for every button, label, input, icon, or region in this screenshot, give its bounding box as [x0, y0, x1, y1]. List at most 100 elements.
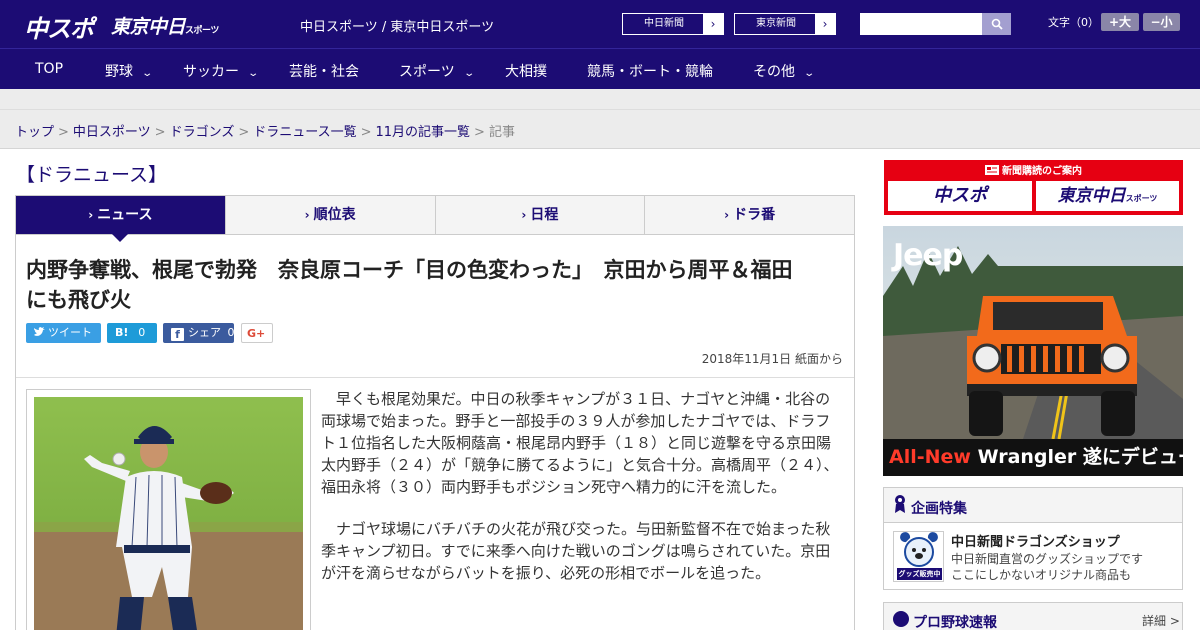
tab-reporter[interactable]: › ドラ番 — [644, 196, 854, 234]
chevron-right-icon: › — [88, 208, 94, 222]
pro-baseball-title: プロ野球速報 — [913, 615, 997, 630]
nav-item-others[interactable]: その他 ⌄ — [753, 61, 816, 81]
shop-badge-text: グッズ販売中 — [898, 570, 941, 578]
breadcrumb-sep: > — [58, 125, 69, 140]
nav-label: 芸能・社会 — [289, 64, 359, 80]
dragons-shop-thumbnail[interactable]: グッズ販売中 — [893, 531, 944, 582]
tab-news[interactable]: › ニュース — [16, 196, 225, 242]
jeep-logo: Jeep — [893, 238, 963, 273]
ext-link-label: 中日新聞 — [644, 18, 684, 29]
jeep-advertisement[interactable]: Jeep All-New Wrangler 遂にデビュー — [883, 226, 1183, 476]
article-headline: 内野争奪戦、根尾で勃発 奈良原コーチ「目の色変わった」 京田から周平＆福田 にも… — [26, 255, 852, 315]
shop-desc-line1: 中日新聞直営のグッズショップです — [951, 552, 1144, 566]
chevron-down-icon: ⌄ — [247, 68, 260, 79]
breadcrumb-news-list[interactable]: ドラニュース一覧 — [253, 125, 356, 140]
breadcrumb-sep: > — [360, 125, 372, 140]
nav-item-top[interactable]: TOP — [35, 61, 63, 77]
chevron-right-icon: › — [724, 208, 730, 222]
tab-label: 順位表 — [313, 207, 356, 223]
headline-line2: にも飛び火 — [26, 288, 131, 312]
subscribe-tokyo-text: 東京中日 — [1057, 186, 1126, 206]
search-input[interactable] — [860, 13, 982, 35]
nav-item-baseball[interactable]: 野球 ⌄ — [105, 61, 154, 81]
nav-item-sumo[interactable]: 大相撲 — [505, 61, 547, 81]
nav-item-entertainment[interactable]: 芸能・社会 — [289, 61, 359, 81]
tokyo-logo-small: スポーツ — [185, 26, 219, 36]
breadcrumb-sep: > — [238, 125, 250, 140]
chuspo-logo[interactable]: 中スポ — [24, 9, 94, 43]
tab-schedule[interactable]: › 日程 — [434, 196, 645, 234]
search-button[interactable] — [982, 13, 1011, 35]
subscribe-tokyo-button[interactable]: 東京中日スポーツ — [1036, 181, 1179, 211]
breadcrumb-dragons[interactable]: ドラゴンズ — [170, 125, 235, 140]
tweet-label: ツイート — [48, 326, 92, 339]
chevron-down-icon: ⌄ — [141, 68, 154, 79]
ext-link-label: 東京新聞 — [756, 18, 796, 29]
googleplus-button[interactable]: G+ — [241, 323, 273, 343]
hatena-bookmark-button[interactable]: B! 0 — [107, 323, 157, 343]
header-spacer — [0, 89, 1200, 110]
googleplus-icon: G+ — [247, 327, 266, 340]
chevron-right-icon: › — [703, 14, 723, 34]
article-paragraph: 早くも根尾効果だ。中日の秋季キャンプが３１日、ナゴヤと沖縄・北谷の両球場で始まっ… — [321, 390, 839, 496]
newspaper-icon — [985, 165, 999, 175]
tweet-button[interactable]: ツイート — [26, 323, 101, 343]
nav-label: サッカー — [183, 64, 239, 80]
nav-label: スポーツ — [399, 64, 455, 80]
main-nav: TOP 野球 ⌄ サッカー ⌄ 芸能・社会 スポーツ ⌄ 大相撲 競馬・ボート・競輪 … — [0, 48, 1200, 89]
dragons-shop-description: 中日新聞直営のグッズショップです ここにしかないオリジナル商品も — [951, 551, 1143, 583]
subscription-caption-text: 新聞購読のご案内 — [1002, 166, 1082, 177]
breadcrumb: トップ > 中日スポーツ > ドラゴンズ > ドラニュース一覧 >11月の記事一覧 > 記事 — [15, 121, 515, 140]
pro-baseball-more-link[interactable]: 詳細 > — [1142, 612, 1180, 629]
feature-title: 企画特集 — [911, 501, 967, 517]
hatena-icon: B! — [115, 326, 129, 339]
subscribe-chuspo-button[interactable]: 中スポ — [888, 181, 1032, 211]
news-tabs: › ニュース › 順位表 › 日程 › ドラ番 — [15, 195, 855, 242]
tab-standings[interactable]: › 順位表 — [224, 196, 435, 234]
font-size-label: 文字（0） — [1048, 16, 1099, 29]
chevron-down-icon: ⌄ — [803, 68, 816, 79]
dragons-shop-link[interactable]: 中日新聞ドラゴンズショップ — [951, 531, 1120, 550]
tokyo-chunichi-logo[interactable]: 東京中日スポーツ — [111, 12, 219, 42]
facebook-share-button[interactable]: f シェア 0 — [163, 323, 235, 343]
breadcrumb-top[interactable]: トップ — [15, 125, 54, 140]
headline-line1: 内野争奪戦、根尾で勃発 奈良原コーチ「目の色変わった」 京田から周平＆福田 — [26, 258, 793, 282]
article-dateline: 2018年11月1日 紙面から — [701, 352, 843, 366]
font-smaller-button[interactable]: −小 — [1143, 13, 1180, 31]
nav-label: 野球 — [105, 64, 133, 80]
facebook-count: 0 — [227, 326, 235, 339]
tokyo-logo-text: 東京中日 — [111, 16, 186, 38]
hatena-count: 0 — [138, 326, 146, 339]
nav-item-sports[interactable]: スポーツ ⌄ — [399, 61, 475, 81]
ad-tagline-red: All-New — [889, 446, 971, 468]
chunichi-shimbun-link[interactable]: 中日新聞 › — [622, 13, 724, 35]
subscribe-tokyo-small: スポーツ — [1125, 194, 1158, 203]
nav-item-soccer[interactable]: サッカー ⌄ — [183, 61, 260, 81]
breadcrumb-month-list[interactable]: 11月の記事一覧 — [376, 125, 471, 140]
nav-item-racing[interactable]: 競馬・ボート・競輪 — [587, 61, 713, 81]
section-title: 【ドラニュース】 — [16, 164, 168, 186]
ad-tagline: All-New Wrangler 遂にデビュー — [883, 439, 1183, 476]
tab-label: 日程 — [530, 207, 559, 223]
tokyo-shimbun-link[interactable]: 東京新聞 › — [734, 13, 836, 35]
chevron-right-icon: › — [521, 208, 527, 222]
nav-label: 競馬・ボート・競輪 — [587, 64, 713, 80]
facebook-icon: f — [171, 328, 184, 341]
nav-label: TOP — [35, 61, 64, 77]
ad-tagline-text: Wrangler 遂にデビュー — [977, 446, 1183, 468]
nav-label: 大相撲 — [505, 64, 547, 80]
baseball-player-photo — [34, 397, 303, 630]
subscription-banner[interactable]: 新聞購読のご案内 中スポ 東京中日スポーツ — [884, 160, 1183, 215]
chevron-down-icon: ⌄ — [463, 68, 475, 79]
nav-label: その他 — [753, 64, 795, 80]
breadcrumb-current: 記事 — [488, 125, 515, 140]
breadcrumb-sep: > — [154, 125, 166, 140]
baseball-icon — [893, 611, 909, 627]
site-name: 中日スポーツ / 東京中日スポーツ — [300, 20, 495, 35]
search-icon — [991, 18, 1003, 30]
font-bigger-button[interactable]: +大 — [1101, 13, 1139, 31]
divider — [16, 377, 854, 378]
article-photo[interactable] — [34, 397, 303, 630]
breadcrumb-chuspo[interactable]: 中日スポーツ — [73, 125, 151, 140]
article-paragraph: ナゴヤ球場にバチバチの火花が飛び交った。与田新監督不在で始まった秋季キャンプ初日… — [321, 520, 831, 582]
